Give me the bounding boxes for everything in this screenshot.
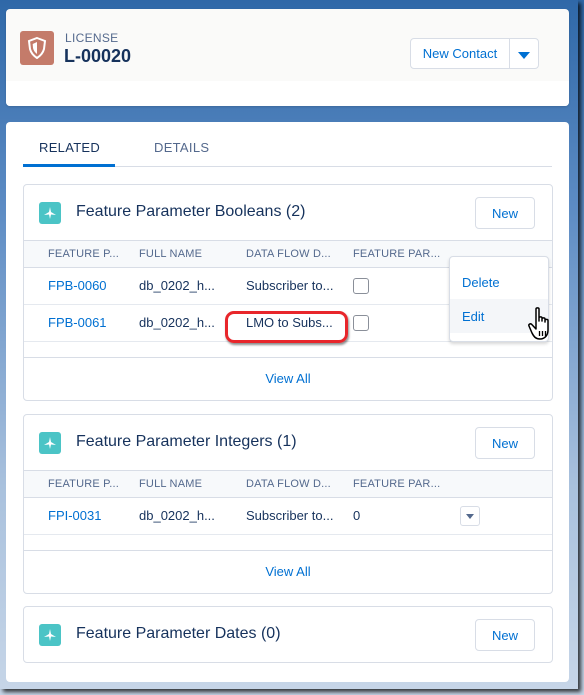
- column-header[interactable]: FULL NAME: [139, 478, 202, 490]
- header-footer-strip: [6, 81, 569, 106]
- new-contact-button[interactable]: New Contact: [411, 39, 510, 68]
- table-spacer: [24, 535, 552, 551]
- related-list-header: Feature Parameter Booleans (2) New: [24, 185, 552, 240]
- feature-param-checkbox: [353, 315, 369, 331]
- view-all-link[interactable]: View All: [24, 551, 552, 591]
- column-header[interactable]: FEATURE P...: [48, 478, 119, 490]
- record-link[interactable]: FPB-0060: [48, 278, 107, 293]
- menu-item-delete[interactable]: Delete: [450, 265, 548, 299]
- record-name: L-00020: [64, 46, 132, 66]
- header-button-group: New Contact: [410, 38, 539, 69]
- view-all-link[interactable]: View All: [24, 358, 552, 398]
- row-actions-menu: Delete Edit: [449, 256, 549, 342]
- chevron-down-icon: [466, 513, 474, 519]
- column-header[interactable]: FEATURE P...: [48, 248, 119, 260]
- feature-parameter-icon: [39, 432, 61, 454]
- more-actions-button[interactable]: [510, 39, 538, 68]
- row-actions-button[interactable]: [460, 506, 480, 526]
- main-card: RELATED DETAILS Feature Parameter Boolea…: [6, 122, 569, 682]
- record-link[interactable]: FPB-0061: [48, 315, 107, 330]
- feature-param-value: 0: [353, 508, 361, 523]
- tab-bar: RELATED DETAILS: [23, 122, 552, 167]
- related-list-header: Feature Parameter Dates (0) New: [24, 607, 552, 662]
- record-link[interactable]: FPI-0031: [48, 508, 101, 523]
- record-type-label: LICENSE: [65, 31, 119, 45]
- column-header[interactable]: FULL NAME: [139, 248, 202, 260]
- chevron-down-icon: [518, 51, 530, 59]
- new-button[interactable]: New: [475, 197, 535, 229]
- record-header: LICENSE L-00020 New Contact: [6, 9, 569, 106]
- table-spacer: [24, 342, 552, 358]
- feature-parameter-icon: [39, 202, 61, 224]
- related-list-header: Feature Parameter Integers (1) New: [24, 415, 552, 470]
- related-list-integers: Feature Parameter Integers (1) New FEATU…: [23, 414, 553, 594]
- data-flow-cell: LMO to Subs...: [246, 315, 333, 330]
- column-header[interactable]: DATA FLOW D...: [246, 248, 331, 260]
- data-flow-cell: Subscriber to...: [246, 278, 334, 293]
- related-list-dates: Feature Parameter Dates (0) New: [23, 606, 553, 663]
- related-list-title: Feature Parameter Integers (1): [76, 433, 297, 450]
- new-button[interactable]: New: [475, 427, 535, 459]
- column-header[interactable]: FEATURE PAR...: [353, 248, 440, 260]
- full-name-cell: db_0202_h...: [139, 508, 215, 523]
- active-tab-indicator: [23, 164, 115, 167]
- new-button[interactable]: New: [475, 619, 535, 651]
- license-shield-icon: [20, 31, 54, 65]
- feature-param-checkbox: [353, 278, 369, 294]
- feature-parameter-icon: [39, 624, 61, 646]
- tab-details[interactable]: DETAILS: [154, 140, 209, 155]
- column-header[interactable]: FEATURE PAR...: [353, 478, 440, 490]
- data-flow-cell: Subscriber to...: [246, 508, 334, 523]
- full-name-cell: db_0202_h...: [139, 278, 215, 293]
- tab-related[interactable]: RELATED: [39, 140, 100, 155]
- full-name-cell: db_0202_h...: [139, 315, 215, 330]
- table-header: FEATURE P... FULL NAME DATA FLOW D... FE…: [24, 470, 552, 498]
- table-row: FPI-0031 db_0202_h... Subscriber to... 0: [24, 498, 552, 535]
- related-list-title: Feature Parameter Booleans (2): [76, 203, 306, 220]
- menu-item-edit[interactable]: Edit: [450, 299, 548, 333]
- related-list-title: Feature Parameter Dates (0): [76, 625, 281, 642]
- column-header[interactable]: DATA FLOW D...: [246, 478, 331, 490]
